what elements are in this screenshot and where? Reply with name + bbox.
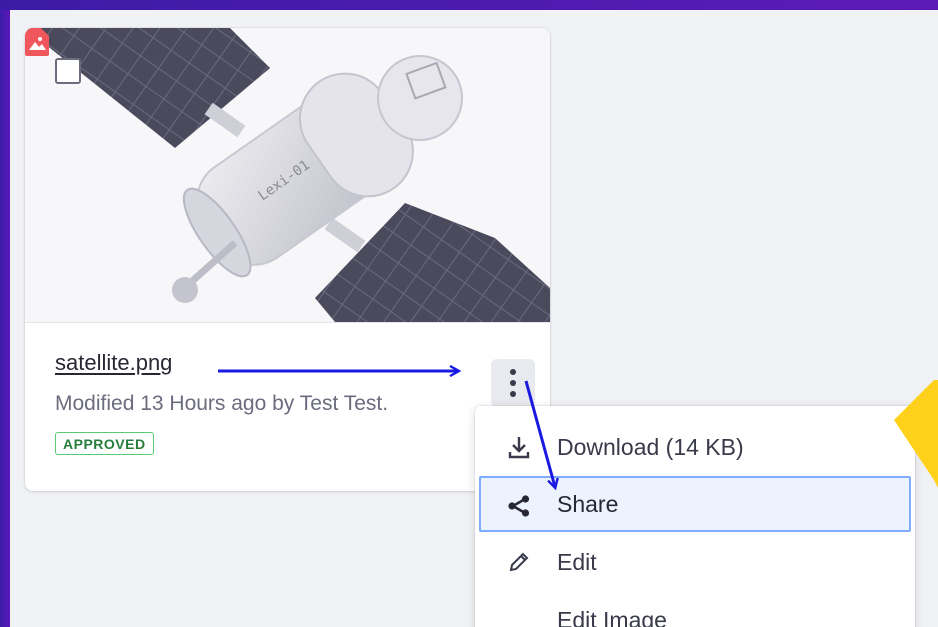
image-file-icon: [25, 28, 49, 56]
menu-item-download[interactable]: Download (14 KB): [475, 419, 915, 475]
select-checkbox[interactable]: [55, 58, 81, 84]
file-card[interactable]: Lexi-01 satellite.png Modified 13 Hours …: [25, 28, 550, 491]
decorative-yellow-shape: [894, 380, 938, 488]
kebab-dot-icon: [510, 380, 516, 386]
menu-item-share[interactable]: Share: [479, 476, 911, 532]
kebab-dot-icon: [510, 369, 516, 375]
menu-item-edit[interactable]: Edit: [475, 534, 915, 590]
status-badge: APPROVED: [55, 432, 154, 455]
share-icon: [508, 495, 530, 517]
menu-item-label: Edit Image: [557, 606, 667, 627]
download-icon: [508, 437, 530, 459]
documents-page: Lexi-01 satellite.png Modified 13 Hours …: [10, 10, 938, 627]
menu-item-label: Edit: [557, 548, 597, 575]
menu-item-edit-image[interactable]: Edit Image: [475, 592, 915, 627]
modified-info: Modified 13 Hours ago by Test Test.: [55, 392, 389, 415]
pencil-icon: [509, 552, 529, 572]
menu-item-label: Share: [557, 490, 619, 517]
menu-item-label: Download (14 KB): [557, 433, 744, 460]
file-name-link[interactable]: satellite.png: [55, 350, 172, 376]
actions-menu-button[interactable]: [491, 359, 535, 407]
satellite-illustration: Lexi-01: [25, 28, 550, 322]
kebab-dot-icon: [510, 391, 516, 397]
thumbnail-preview[interactable]: Lexi-01: [25, 28, 550, 323]
actions-dropdown-menu: Download (14 KB) Share Edit Edit Image: [475, 406, 915, 627]
window-top-strip: [0, 0, 938, 10]
